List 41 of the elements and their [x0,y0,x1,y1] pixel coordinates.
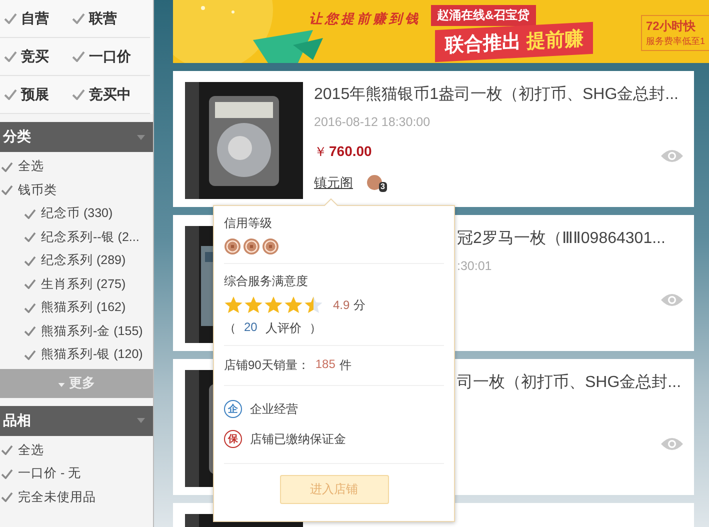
category-label: 纪念系列 (289) [41,252,126,270]
filter-label: 竞买中 [89,86,131,104]
banner-tag-title: 72小时快 [646,18,696,35]
listing-price: ￥760.00 [314,143,372,161]
sales-label: 店铺90天销量： [224,357,310,374]
filter-label: 联营 [89,10,117,28]
paren: （ [224,320,236,337]
section-title: 分类 [3,128,31,146]
sales-count: 185 [315,357,336,373]
filter-label: 预展 [21,86,49,104]
listing-time: :30:01 [457,259,492,273]
badge-label: 企业经营 [250,400,298,418]
category-label: 熊猫系列-银 (120) [41,346,143,364]
banner-tag-note: 服务费率低至1 [646,35,706,48]
category-label: 纪念系列--银 (2... [41,228,140,246]
category-label: 生肖系列 (275) [41,276,126,293]
review-label: 人评价 [265,320,302,337]
banner-partners: 赵涌在线&召宝贷 [431,5,536,26]
filter-label: 竞买 [21,48,49,66]
seal-icon: 企 [224,400,242,418]
category-label: 全选 [18,158,44,176]
sales-unit: 件 [339,357,352,374]
category-label: 熊猫系列-金 (155) [41,322,143,340]
category-label: 熊猫系列 (162) [41,299,126,316]
rating-score: 4.9 [333,298,350,312]
section-title: 品相 [3,412,31,430]
paren: ） [309,320,322,337]
listing-time: 2016-08-12 18:30:00 [314,115,430,129]
credit-label: 信用等级 [224,215,273,232]
filter-label: 自营 [21,10,49,28]
seal-icon: 保 [224,430,242,448]
category-label: 全选 [18,442,44,459]
category-label: 完全未使用品 [18,488,96,506]
filter-label: 一口价 [89,48,131,66]
banner-slogan: 让您提前赚到钱 [309,10,421,28]
satisfaction-label: 综合服务满意度 [224,273,309,290]
category-label: 纪念币 (330) [41,205,113,222]
badge-label: 店铺已缴纳保证金 [250,430,346,448]
category-label: 一口价 - 无 [18,465,82,482]
category-label: 钱币类 [18,182,57,199]
score-unit: 分 [354,296,366,314]
